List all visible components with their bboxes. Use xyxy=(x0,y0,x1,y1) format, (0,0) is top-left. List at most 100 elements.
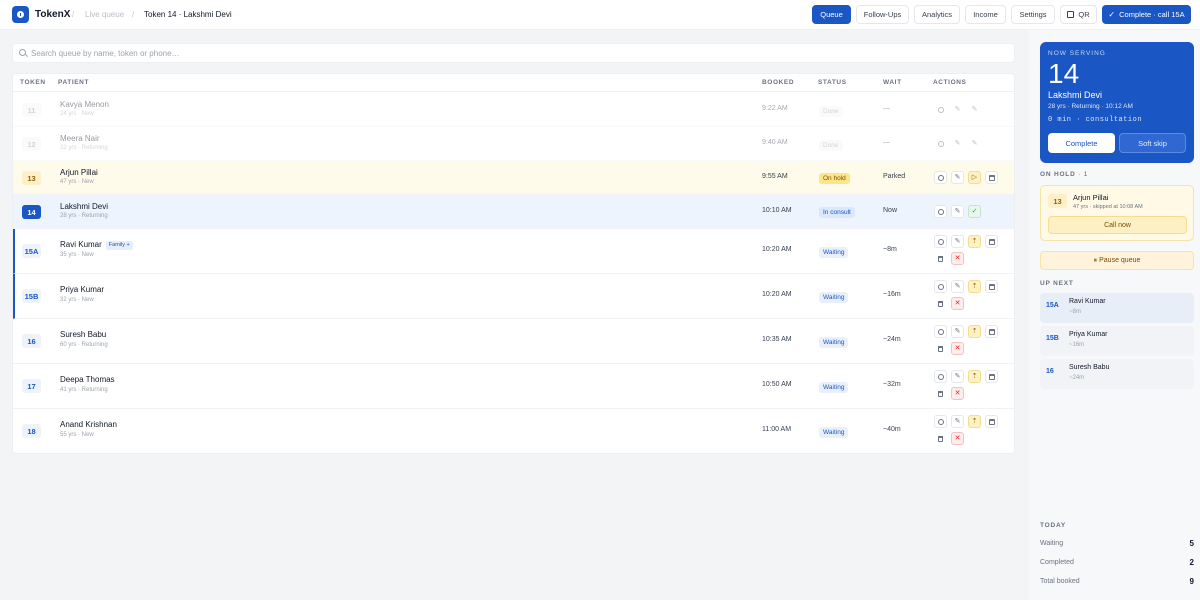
edit-button[interactable]: ✎ xyxy=(951,415,964,428)
brand-name[interactable]: TokenX xyxy=(35,9,70,20)
cancel-button[interactable]: ✕ xyxy=(951,387,964,400)
edit-button[interactable]: ✎ xyxy=(951,205,964,218)
history-button[interactable] xyxy=(934,137,947,150)
stat-waiting-value: 5 xyxy=(1189,539,1194,548)
booked-time: 9:22 AM xyxy=(762,105,788,112)
table-row[interactable]: 15A Ravi Kumar Family + 35 yrs · New 10:2… xyxy=(13,229,1014,274)
complete-button[interactable]: Complete xyxy=(1048,133,1115,153)
up-next-wait: ~24m xyxy=(1069,375,1085,381)
complete-button[interactable]: ✓ xyxy=(968,205,981,218)
edit-button[interactable]: ✎ xyxy=(951,370,964,383)
move-up-button[interactable]: ⇡ xyxy=(968,235,981,248)
column-header-token: TOKEN xyxy=(20,79,46,86)
delete-button[interactable] xyxy=(934,432,947,445)
cancel-button[interactable]: ✕ xyxy=(951,342,964,355)
move-up-button[interactable]: ⇡ xyxy=(968,415,981,428)
patient-name: Meera Nair xyxy=(60,134,100,143)
table-row[interactable]: 15B Priya Kumar 32 yrs · New 10:20 AM Wa… xyxy=(13,274,1014,319)
breadcrumb-live-queue[interactable]: Live queue xyxy=(85,10,124,19)
history-button[interactable] xyxy=(934,415,947,428)
calendar-icon xyxy=(988,418,995,425)
delete-button[interactable] xyxy=(934,297,947,310)
history-button[interactable] xyxy=(934,235,947,248)
table-row[interactable]: 11 Kavya Menon 24 yrs · New 9:22 AM Done… xyxy=(13,93,1014,127)
status-badge: Done xyxy=(819,106,843,117)
move-up-button[interactable]: ⇡ xyxy=(968,370,981,383)
complete-call-next-button[interactable]: ✓ Complete · call 15A xyxy=(1102,5,1191,24)
history-button[interactable] xyxy=(934,205,947,218)
patient-name: Ravi Kumar Family + xyxy=(60,240,133,250)
reschedule-button[interactable] xyxy=(985,370,998,383)
edit-icon: ✎ xyxy=(954,140,961,147)
now-serving-name: Lakshmi Devi xyxy=(1048,90,1103,100)
close-icon: ✕ xyxy=(954,300,961,307)
history-button[interactable] xyxy=(934,280,947,293)
wait-time: Parked xyxy=(883,173,906,180)
pause-queue-button[interactable]: ⏸ Pause queue xyxy=(1040,251,1194,270)
up-next-item[interactable]: 16 Suresh Babu ~24m xyxy=(1040,359,1194,389)
consultation-timer: 0 min · consultation xyxy=(1048,116,1143,124)
calendar-icon xyxy=(988,373,995,380)
delete-button[interactable] xyxy=(934,387,947,400)
call-now-button[interactable]: Call now xyxy=(1048,216,1187,234)
reschedule-button[interactable] xyxy=(985,280,998,293)
tab-analytics[interactable]: Analytics xyxy=(914,5,960,24)
reschedule-button[interactable] xyxy=(985,171,998,184)
history-button[interactable] xyxy=(934,370,947,383)
tokenx-logo-icon[interactable] xyxy=(12,6,29,23)
edit-button[interactable]: ✎ xyxy=(951,137,964,150)
table-row[interactable]: 17 Deepa Thomas 41 yrs · Returning 10:50… xyxy=(13,364,1014,409)
pause-icon: ⏸ xyxy=(1093,256,1098,264)
notes-button[interactable]: ✎ xyxy=(968,103,981,116)
patient-meta: 41 yrs · Returning xyxy=(60,387,108,393)
edit-button[interactable]: ✎ xyxy=(951,103,964,116)
wait-time: ~16m xyxy=(883,291,901,298)
booked-time: 10:20 AM xyxy=(762,246,792,253)
patient-name: Arjun Pillai xyxy=(60,168,98,177)
up-next-item[interactable]: 15B Priya Kumar ~16m xyxy=(1040,326,1194,356)
soft-skip-button[interactable]: Soft skip xyxy=(1119,133,1186,153)
edit-button[interactable]: ✎ xyxy=(951,235,964,248)
column-header-booked: BOOKED xyxy=(762,79,795,86)
history-button[interactable] xyxy=(934,325,947,338)
table-row[interactable]: 13 Arjun Pillai 47 yrs · New 9:55 AM On … xyxy=(13,161,1014,195)
token-badge: 16 xyxy=(22,334,41,348)
delete-button[interactable] xyxy=(934,252,947,265)
check-icon: ✓ xyxy=(971,208,978,215)
edit-button[interactable]: ✎ xyxy=(951,171,964,184)
delete-button[interactable] xyxy=(934,342,947,355)
family-badge[interactable]: Family + xyxy=(105,241,133,250)
qr-button[interactable]: QR xyxy=(1060,5,1097,24)
up-next-name: Priya Kumar xyxy=(1069,331,1108,338)
cancel-button[interactable]: ✕ xyxy=(951,252,964,265)
cancel-button[interactable]: ✕ xyxy=(951,297,964,310)
booked-time: 9:55 AM xyxy=(762,173,788,180)
tab-settings[interactable]: Settings xyxy=(1011,5,1055,24)
table-row[interactable]: 16 Suresh Babu 60 yrs · Returning 10:35 … xyxy=(13,319,1014,364)
edit-button[interactable]: ✎ xyxy=(951,280,964,293)
history-button[interactable] xyxy=(934,171,947,184)
booked-time: 10:20 AM xyxy=(762,291,792,298)
complete-call-next-label: Complete · call 15A xyxy=(1119,10,1185,19)
reschedule-button[interactable] xyxy=(985,325,998,338)
table-row[interactable]: 12 Meera Nair 32 yrs · Returning 9:40 AM… xyxy=(13,127,1014,161)
move-up-button[interactable]: ⇡ xyxy=(968,325,981,338)
tab-queue[interactable]: Queue xyxy=(812,5,851,24)
notes-button[interactable]: ✎ xyxy=(968,137,981,150)
call-now-button[interactable]: ▷ xyxy=(968,171,981,184)
notes-icon: ✎ xyxy=(971,140,978,147)
tab-income[interactable]: Income xyxy=(965,5,1006,24)
cancel-button[interactable]: ✕ xyxy=(951,432,964,445)
table-row[interactable]: 18 Anand Krishnan 55 yrs · New 11:00 AM … xyxy=(13,409,1014,453)
up-next-item[interactable]: 15A Ravi Kumar ~8m xyxy=(1040,293,1194,323)
edit-button[interactable]: ✎ xyxy=(951,325,964,338)
reschedule-button[interactable] xyxy=(985,415,998,428)
move-up-button[interactable]: ⇡ xyxy=(968,280,981,293)
tab-follow-ups[interactable]: Follow-Ups xyxy=(856,5,909,24)
clock-icon xyxy=(937,208,944,215)
history-button[interactable] xyxy=(934,103,947,116)
table-row[interactable]: 14 Lakshmi Devi 28 yrs · Returning 10:10… xyxy=(13,195,1014,229)
reschedule-button[interactable] xyxy=(985,235,998,248)
status-badge: Waiting xyxy=(819,292,849,303)
search-input[interactable] xyxy=(31,47,631,60)
